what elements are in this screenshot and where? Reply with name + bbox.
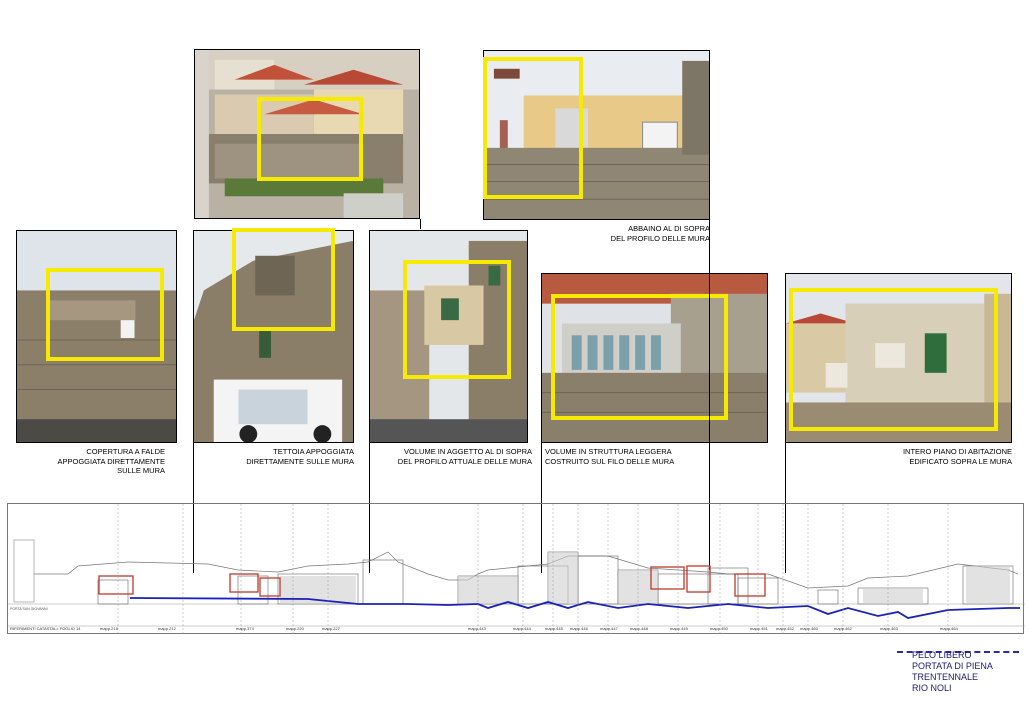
highlight-box xyxy=(789,288,998,431)
parcel-label: mapp.220 xyxy=(286,626,305,631)
caption-light-structure: VOLUME IN STRUTTURA LEGGERA COSTRUITO SU… xyxy=(545,447,675,466)
parcel-label: mapp.449 xyxy=(670,626,689,631)
parcel-label: mapp.212 xyxy=(158,626,177,631)
caption-overhang: VOLUME IN AGGETTO AL DI SOPRA DEL PROFIL… xyxy=(397,447,532,466)
leader-line xyxy=(420,219,421,229)
caption-dormer: ABBAINO AL DI SOPRA DEL PROFILO DELLE MU… xyxy=(610,224,710,243)
caption-full-floor: INTERO PIANO DI ABITAZIONE EDIFICATO SOP… xyxy=(902,447,1012,466)
parcel-label: mapp.374 xyxy=(236,626,255,631)
parcel-label: mapp.444 xyxy=(513,626,532,631)
parcel-label: mapp.462 xyxy=(834,626,853,631)
highlight-box xyxy=(403,260,511,379)
cadastral-label: RIFERIMENTI CATASTALI: FOGLIO 14 xyxy=(10,626,81,631)
parcel-label: mapp.460 xyxy=(800,626,819,631)
parcel-label: mapp.452 xyxy=(776,626,795,631)
porta-label: PORTA SAN GIOVANNI xyxy=(10,607,48,611)
legend: PELO LIBERO PORTATA DI PIENA TRENTENNALE… xyxy=(912,650,993,694)
legend-line-3: TRENTENNALE xyxy=(912,672,979,682)
highlight-box xyxy=(257,97,363,181)
legend-line-4: RIO NOLI xyxy=(912,683,952,693)
highlight-box xyxy=(551,294,728,420)
parcel-label: mapp.445 xyxy=(545,626,564,631)
elevation-svg: mapp.215 mapp.212 mapp.374 mapp.220 mapp.227… xyxy=(8,504,1025,635)
parcel-label: mapp.447 xyxy=(600,626,619,631)
parcel-label: mapp.450 xyxy=(710,626,729,631)
parcel-label: mapp.464 xyxy=(940,626,959,631)
elevation-drawing: mapp.215 mapp.212 mapp.374 mapp.220 mapp.227… xyxy=(7,503,1025,635)
caption-pitched-roof: COPERTURA A FALDE APPOGGIATA DIRETTAMENT… xyxy=(57,447,165,475)
highlight-box xyxy=(46,268,164,361)
parcel-label: mapp.463 xyxy=(880,626,899,631)
parcel-label: mapp.448 xyxy=(630,626,649,631)
highlight-box xyxy=(232,228,335,331)
caption-canopy: TETTOIA APPOGGIATA DIRETTAMENTE SULLE MU… xyxy=(246,447,354,466)
legend-line-1: PELO LIBERO xyxy=(912,650,972,660)
parcel-label: mapp.227 xyxy=(322,626,341,631)
legend-line-2: PORTATA DI PIENA xyxy=(912,661,993,671)
parcel-label: mapp.443 xyxy=(468,626,487,631)
parcel-label: mapp.446 xyxy=(570,626,589,631)
highlight-box xyxy=(483,57,583,199)
parcel-label: mapp.451 xyxy=(750,626,769,631)
parcel-label: mapp.215 xyxy=(100,626,119,631)
